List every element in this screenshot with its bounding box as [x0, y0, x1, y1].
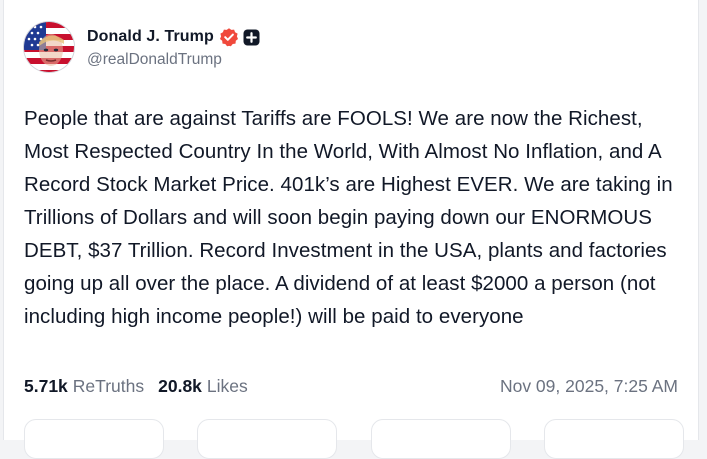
retruth-button[interactable] — [197, 419, 338, 459]
retruths-label: ReTruths — [72, 376, 145, 396]
like-button[interactable] — [370, 419, 511, 459]
share-button[interactable] — [543, 419, 684, 459]
post-body-text: People that are against Tariffs are FOOL… — [24, 107, 673, 328]
author-names: Donald J. Trump @realDonaldTrump — [87, 25, 260, 69]
name-row: Donald J. Trump — [87, 25, 260, 49]
post-stats: 5.71k ReTruths 20.8k Likes — [24, 376, 248, 397]
avatar[interactable] — [24, 22, 74, 72]
author-display-name[interactable]: Donald J. Trump — [87, 28, 214, 46]
likes-label: Likes — [206, 376, 248, 396]
retruths-count: 5.71k — [24, 376, 68, 396]
plus-badge-icon — [243, 29, 260, 46]
post-header: Donald J. Trump @realDonaldTrump — [24, 22, 260, 72]
author-handle[interactable]: @realDonaldTrump — [87, 51, 260, 69]
verified-badge-icon — [219, 27, 239, 47]
retruths-stat[interactable]: 5.71k ReTruths — [24, 376, 144, 397]
reply-button[interactable] — [24, 419, 164, 459]
avatar-image — [24, 22, 74, 72]
post-timestamp[interactable]: Nov 09, 2025, 7:25 AM — [500, 376, 678, 397]
likes-stat[interactable]: 20.8k Likes — [158, 376, 248, 397]
likes-count: 20.8k — [158, 376, 202, 396]
post-card: Donald J. Trump @realDonaldTrump People … — [3, 0, 699, 459]
action-bar — [24, 419, 684, 459]
